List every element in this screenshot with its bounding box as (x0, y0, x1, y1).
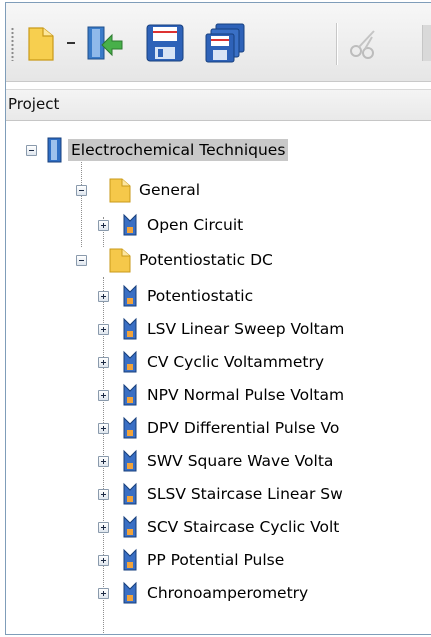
project-window: Project Electrochemical Techniques Gener… (5, 2, 431, 635)
collapse-toggle[interactable] (76, 185, 87, 196)
tree-item-label: DPV Differential Pulse Vo (147, 419, 340, 437)
tree-root-label: Electrochemical Techniques (68, 139, 289, 161)
save-button[interactable] (142, 21, 188, 65)
tree-item-label: SCV Staircase Cyclic Volt (147, 518, 340, 536)
project-tree: Electrochemical Techniques General Open … (6, 121, 431, 634)
expand-toggle[interactable] (98, 489, 109, 500)
toolbar-separator (336, 23, 338, 65)
expand-toggle[interactable] (98, 324, 109, 335)
expand-toggle[interactable] (98, 291, 109, 302)
tree-item[interactable]: SLSV Staircase Linear Sw (96, 479, 343, 509)
toolbar-grip[interactable] (11, 27, 14, 61)
save-icon (146, 24, 184, 62)
tree-item-label: NPV Normal Pulse Voltam (147, 386, 345, 404)
technique-icon (123, 284, 137, 307)
folder-icon (109, 248, 131, 273)
technique-icon (123, 350, 137, 373)
technique-icon (123, 482, 137, 505)
project-panel-header: Project (6, 89, 431, 121)
import-button[interactable] (82, 21, 128, 65)
tree-item[interactable]: CV Cyclic Voltammetry (96, 347, 324, 377)
technique-icon (123, 581, 137, 604)
expand-toggle[interactable] (98, 588, 109, 599)
tree-item-label: CV Cyclic Voltammetry (147, 353, 325, 371)
expand-toggle[interactable] (98, 357, 109, 368)
tree-root-item[interactable]: Electrochemical Techniques (26, 135, 289, 165)
tree-item[interactable]: SWV Square Wave Volta (96, 446, 333, 476)
technique-icon (123, 213, 137, 236)
tree-group-potentiostatic-dc[interactable]: Potentiostatic DC (70, 245, 273, 275)
tree-item-label: SLSV Staircase Linear Sw (147, 485, 343, 503)
tree-item[interactable]: PP Potential Pulse (96, 545, 284, 575)
folder-icon (109, 178, 131, 203)
tree-item-label: Potentiostatic (147, 287, 254, 305)
tree-group-general[interactable]: General (70, 175, 200, 205)
technique-icon (123, 383, 137, 406)
tree-item[interactable]: Open Circuit (96, 210, 243, 240)
tree-item-label: LSV Linear Sweep Voltam (147, 320, 345, 338)
tree-group-label: General (139, 181, 201, 199)
technique-icon (123, 416, 137, 439)
technique-icon (123, 515, 137, 538)
technique-icon (123, 449, 137, 472)
tree-item-label: Chronoamperometry (147, 584, 309, 602)
tree-item-label: PP Potential Pulse (147, 551, 285, 569)
expand-toggle[interactable] (98, 555, 109, 566)
expand-toggle[interactable] (98, 423, 109, 434)
expand-toggle[interactable] (98, 456, 109, 467)
tree-item-label: Open Circuit (147, 216, 244, 234)
save-all-icon (205, 23, 245, 63)
expand-toggle[interactable] (98, 220, 109, 231)
collapse-toggle[interactable] (76, 255, 87, 266)
toolbar (6, 3, 431, 82)
collapse-toggle[interactable] (26, 145, 37, 156)
tree-item[interactable]: Potentiostatic (96, 281, 253, 311)
tree-item[interactable]: SCV Staircase Cyclic Volt (96, 512, 339, 542)
tree-group-label: Potentiostatic DC (139, 251, 273, 269)
cut-icon (350, 30, 375, 59)
import-icon (87, 26, 123, 60)
tree-item[interactable]: LSV Linear Sweep Voltam (96, 314, 344, 344)
tree-item[interactable]: DPV Differential Pulse Vo (96, 413, 339, 443)
technique-icon (123, 317, 137, 340)
dropdown-arrow-icon (67, 42, 75, 44)
panel-title: Project (8, 95, 60, 113)
new-folder-button[interactable] (20, 21, 62, 65)
expand-toggle[interactable] (98, 522, 109, 533)
save-all-button[interactable] (202, 21, 248, 65)
tree-item[interactable]: Chronoamperometry (96, 578, 308, 608)
expand-toggle[interactable] (98, 390, 109, 401)
tree-item-label: SWV Square Wave Volta (147, 452, 334, 470)
techniques-book-icon (47, 137, 62, 163)
cut-button[interactable] (344, 21, 384, 65)
technique-icon (123, 548, 137, 571)
tree-item[interactable]: NPV Normal Pulse Voltam (96, 380, 344, 410)
toolbar-overflow[interactable] (422, 25, 431, 61)
new-folder-icon (28, 27, 54, 61)
new-dropdown-button[interactable] (64, 21, 78, 65)
